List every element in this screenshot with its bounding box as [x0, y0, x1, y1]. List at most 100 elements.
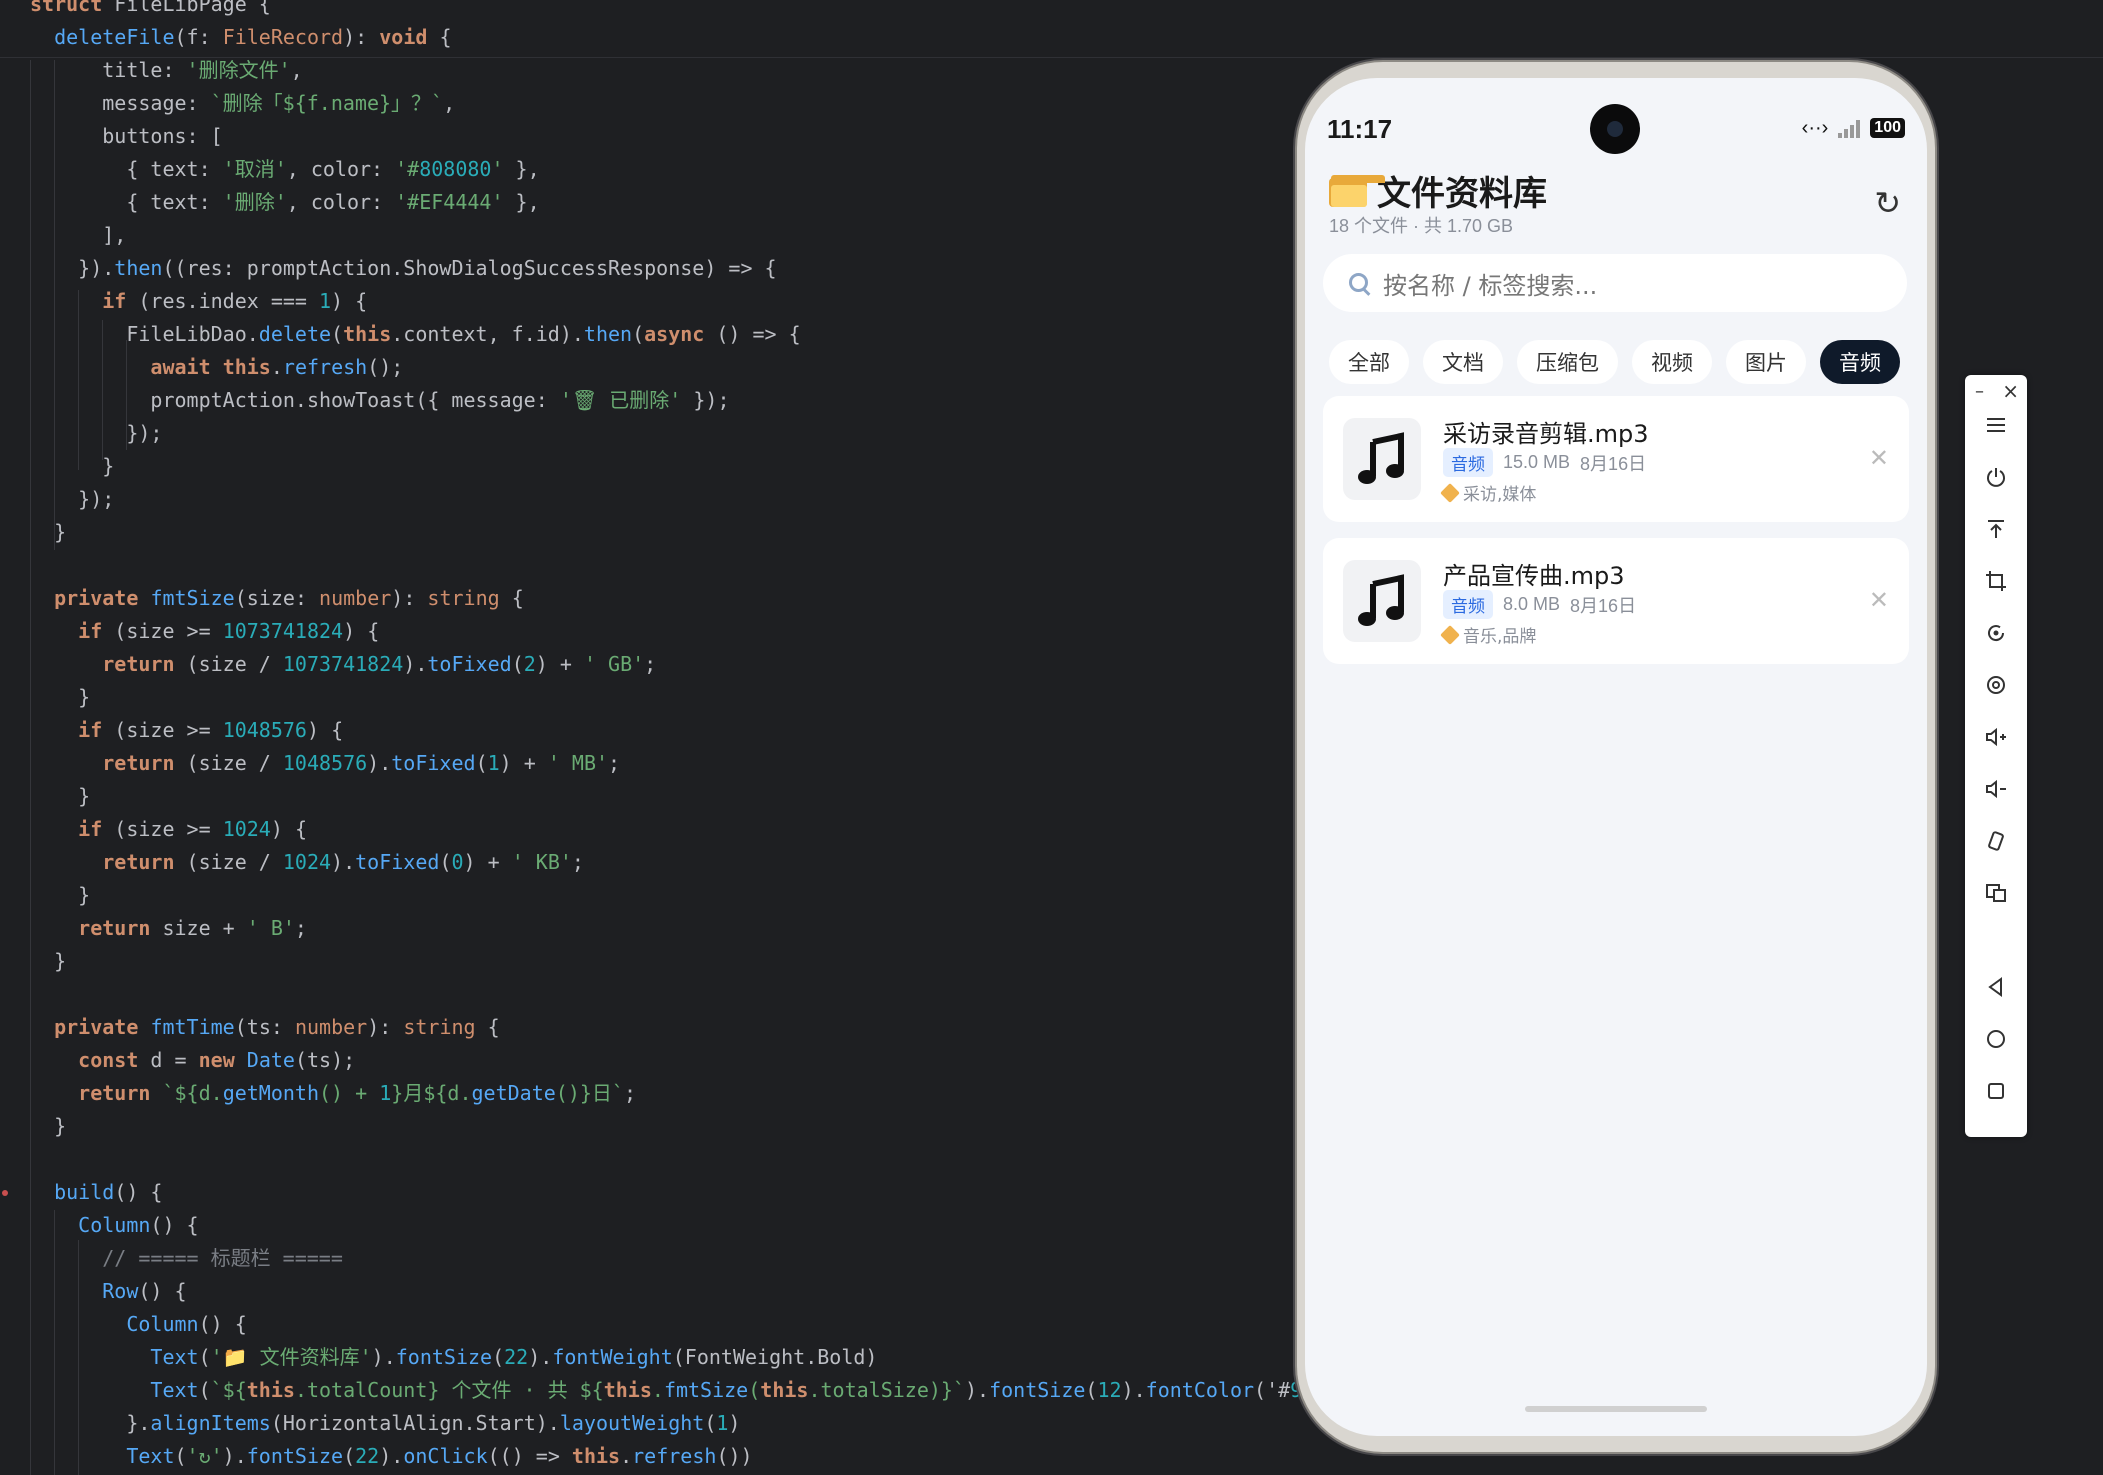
status-bar: 11:17 ‹··› 100 — [1305, 78, 1927, 154]
code-line: return (size / 1024).toFixed(0) + ' KB'; — [102, 850, 584, 874]
file-tags-text: 采访,媒体 — [1463, 485, 1537, 505]
code-line: Row() { — [102, 1279, 187, 1303]
volume-down-icon[interactable] — [1982, 775, 2010, 803]
shake-icon[interactable] — [1982, 827, 2010, 855]
code-line: Text('📁 文件资料库').fontSize(22).fontWeight(… — [150, 1345, 878, 1369]
code-line: // ===== 标题栏 ===== — [102, 1246, 343, 1270]
tab-audio[interactable]: 音频 — [1820, 340, 1900, 384]
code-line: } — [30, 1114, 67, 1138]
file-meta: 音频 8.0 MB 8月16日 — [1443, 590, 1636, 619]
status-time: 11:17 — [1327, 114, 1393, 144]
phone-screen: 11:17 ‹··› 100 文件资料库 18 个文件 · 共 1.70 GB … — [1305, 78, 1927, 1436]
data-transfer-icon: ‹··› — [1801, 116, 1829, 139]
menu-icon[interactable] — [1982, 411, 2010, 439]
code-line: } — [30, 949, 67, 973]
code-line: { text: '删除', color: '#EF4444' }, — [30, 190, 540, 214]
code-line: } — [30, 883, 91, 907]
file-type-badge: 音频 — [1443, 590, 1493, 619]
home-icon[interactable] — [1982, 1025, 2010, 1053]
power-icon[interactable] — [1982, 463, 2010, 491]
code-line: return (size / 1048576).toFixed(1) + ' M… — [102, 751, 621, 775]
code-line: Column() { — [78, 1213, 199, 1237]
code-line: } — [30, 454, 115, 478]
folder-icon — [1329, 174, 1385, 207]
file-name: 产品宣传曲.mp3 — [1443, 562, 1625, 590]
crop-icon[interactable] — [1982, 567, 2010, 595]
code-line: }).then((res: promptAction.ShowDialogSuc… — [30, 256, 777, 280]
close-button[interactable]: × — [2002, 379, 2019, 403]
tab-all[interactable]: 全部 — [1329, 340, 1409, 384]
file-card[interactable]: 采访录音剪辑.mp3 音频 15.0 MB 8月16日 采访,媒体 ✕ — [1323, 396, 1909, 522]
code-line: Column() { — [126, 1312, 247, 1336]
code-line: title: '删除文件', — [30, 58, 303, 82]
minimize-button[interactable]: – — [1975, 381, 1984, 402]
code-line: if (res.index === 1) { — [102, 289, 368, 313]
file-tags: 音乐,品牌 — [1440, 622, 1536, 647]
category-tabs: 全部 文档 压缩包 视频 图片 音频 — [1329, 340, 1900, 384]
code-line: } — [30, 784, 91, 808]
code-line: return size + ' B'; — [78, 916, 307, 940]
tab-documents[interactable]: 文档 — [1423, 340, 1503, 384]
signal-icon — [1838, 118, 1861, 138]
code-line: Text('↻').fontSize(22).onClick(() => thi… — [126, 1444, 753, 1468]
code-line: if (size >= 1024) { — [78, 817, 307, 841]
code-line: FileLibDao.delete(this.context, f.id).th… — [30, 322, 801, 346]
file-size: 15.0 MB — [1503, 452, 1571, 472]
code-line: build() { — [54, 1180, 163, 1204]
code-line: }.alignItems(HorizontalAlign.Start).layo… — [30, 1411, 741, 1435]
file-tags: 采访,媒体 — [1440, 480, 1537, 505]
volume-up-icon[interactable] — [1982, 723, 2010, 751]
music-note-icon — [1343, 560, 1421, 642]
code-line: struct FileLibPage { — [30, 0, 271, 16]
page-title: 文件资料库 — [1377, 174, 1547, 214]
code-line: } — [30, 685, 91, 709]
file-date: 8月16日 — [1570, 595, 1637, 616]
refresh-icon[interactable]: ↻ — [1874, 184, 1901, 222]
home-indicator — [1525, 1406, 1707, 1412]
file-type-badge: 音频 — [1443, 448, 1493, 477]
code-line: const d = new Date(ts); — [78, 1048, 356, 1072]
delete-file-icon[interactable]: ✕ — [1869, 444, 1889, 472]
status-icons: ‹··› 100 — [1802, 116, 1905, 140]
rotate-icon[interactable] — [1982, 619, 2010, 647]
code-line: }); — [30, 487, 115, 511]
code-line: } — [30, 520, 67, 544]
emulator-toolbar: – × — [1965, 375, 2027, 1137]
tab-videos[interactable]: 视频 — [1632, 340, 1712, 384]
tab-images[interactable]: 图片 — [1726, 340, 1806, 384]
code-line: message: `删除「${f.name}」？`, — [30, 91, 456, 115]
screenshot-icon[interactable] — [1982, 671, 2010, 699]
tag-icon — [1440, 482, 1460, 503]
code-line: private fmtTime(ts: number): string { — [54, 1015, 500, 1039]
rotate-to-top-icon[interactable] — [1982, 515, 2010, 543]
sticky-header-divider — [0, 57, 2103, 58]
file-date: 8月16日 — [1580, 453, 1647, 474]
file-meta: 音频 15.0 MB 8月16日 — [1443, 448, 1646, 477]
gutter-marker[interactable] — [2, 1190, 8, 1196]
delete-file-icon[interactable]: ✕ — [1869, 586, 1889, 614]
code-line: }); — [30, 421, 163, 445]
file-summary: 18 个文件 · 共 1.70 GB — [1329, 216, 1514, 236]
tag-icon — [1440, 624, 1460, 645]
code-line: promptAction.showToast({ message: '🗑 已删除… — [30, 388, 730, 412]
tab-archives[interactable]: 压缩包 — [1517, 340, 1618, 384]
code-line: await this.refresh(); — [150, 355, 404, 379]
code-line: return (size / 1073741824).toFixed(2) + … — [102, 652, 657, 676]
multi-screen-icon[interactable] — [1982, 879, 2010, 907]
code-line: deleteFile(f: FileRecord): void { — [54, 25, 452, 49]
code-line: ], — [30, 223, 127, 247]
music-note-icon — [1343, 418, 1421, 500]
recent-apps-icon[interactable] — [1982, 1077, 2010, 1105]
file-card[interactable]: 产品宣传曲.mp3 音频 8.0 MB 8月16日音乐,品牌 ✕ — [1323, 538, 1909, 664]
back-icon[interactable] — [1982, 973, 2010, 1001]
search-input[interactable]: 按名称 / 标签搜索... — [1323, 254, 1907, 312]
code-line: Text(`${this.totalCount} 个文件 · 共 ${this.… — [150, 1378, 1303, 1402]
search-placeholder: 按名称 / 标签搜索... — [1383, 271, 1598, 300]
code-line: private fmtSize(size: number): string { — [54, 586, 524, 610]
search-icon — [1349, 273, 1369, 293]
code-line: if (size >= 1073741824) { — [78, 619, 380, 643]
battery-icon: 100 — [1870, 118, 1905, 138]
code-line: if (size >= 1048576) { — [78, 718, 344, 742]
front-camera — [1590, 104, 1640, 154]
app-title-row: 文件资料库 — [1329, 166, 1547, 215]
